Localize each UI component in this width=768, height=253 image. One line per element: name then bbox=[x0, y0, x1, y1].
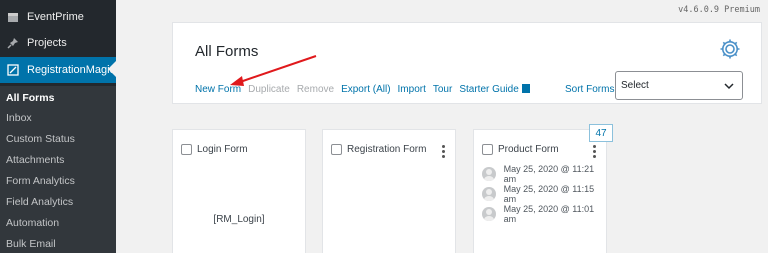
annotation-arrow bbox=[230, 55, 317, 86]
